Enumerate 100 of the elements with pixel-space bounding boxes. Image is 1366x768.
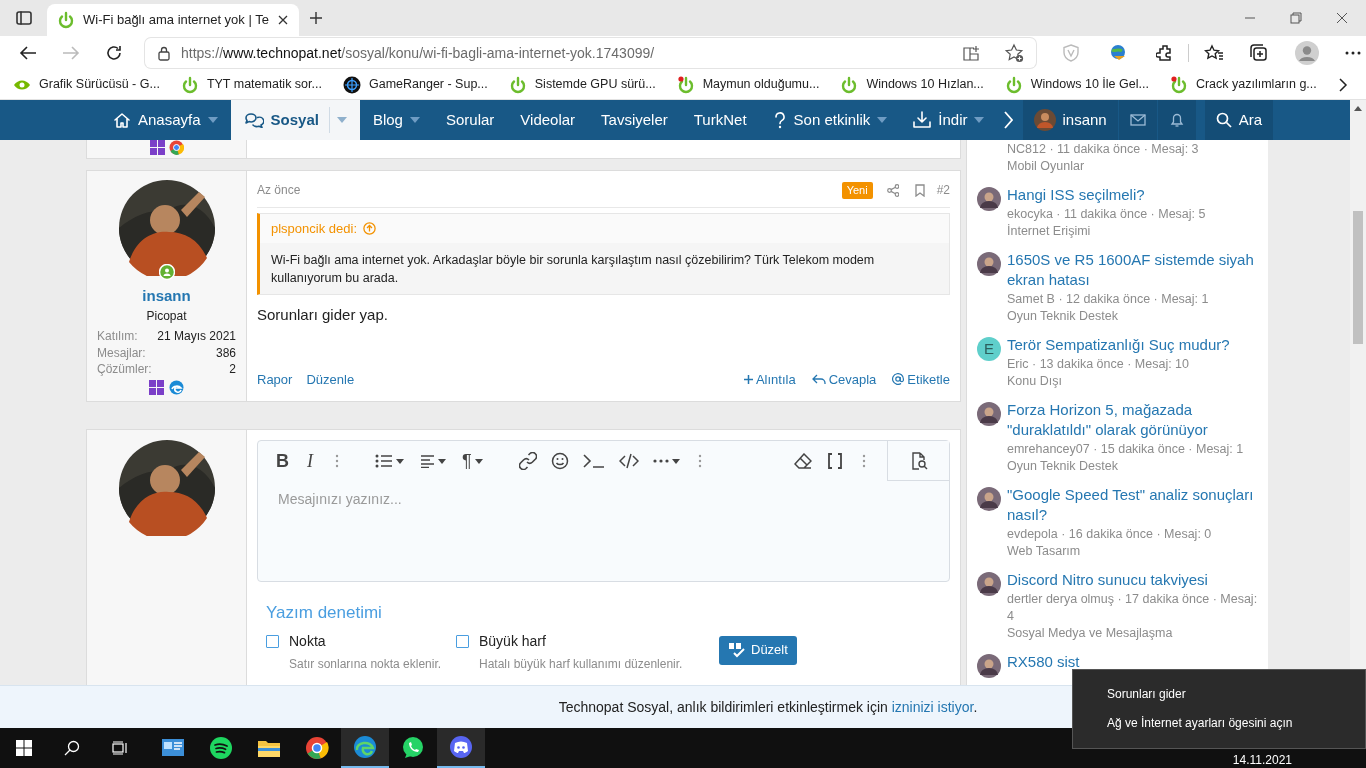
action-link[interactable]: Etiketle — [892, 369, 950, 389]
scroll-up-icon[interactable] — [1354, 106, 1362, 111]
nav-tab[interactable]: Tavsiyeler — [588, 100, 681, 140]
bookmark-icon[interactable] — [914, 183, 925, 197]
refresh-icon[interactable] — [105, 44, 123, 62]
taskbar-app[interactable] — [341, 728, 389, 768]
split-screen-icon[interactable] — [962, 44, 980, 62]
close-icon[interactable] — [276, 14, 289, 26]
thread-meta: Eric · 13 dakika önce · Mesaj: 10 — [1007, 356, 1191, 373]
fix-button[interactable]: Düzelt — [719, 635, 797, 665]
bookmark[interactable]: Sistemde GPU sürü... — [508, 75, 656, 94]
caret-icon[interactable] — [877, 117, 888, 123]
search-button[interactable]: Ara — [1204, 100, 1273, 140]
restore-icon[interactable] — [1290, 12, 1302, 24]
collections-icon[interactable] — [1248, 43, 1268, 63]
nav-tab[interactable]: Videolar — [507, 100, 589, 140]
bookmark[interactable]: TYT matematik sor... — [180, 75, 322, 94]
new-tab-icon[interactable] — [308, 11, 323, 25]
bookmark[interactable]: Maymun olduğumu... — [676, 75, 820, 94]
share-icon[interactable] — [886, 183, 899, 197]
list-button[interactable] — [375, 454, 404, 468]
align-button[interactable] — [420, 454, 446, 468]
thread-title-link[interactable]: "Google Speed Test" analiz sonuçları nasıl? — [1007, 485, 1260, 525]
forum-link[interactable]: İnternet Erişimi — [1007, 223, 1260, 240]
favorites-icon[interactable] — [1204, 44, 1224, 62]
nav-tab[interactable]: İndir — [900, 100, 998, 140]
bookmark[interactable]: Windows 10 Hızlan... — [840, 75, 984, 94]
back-icon[interactable] — [19, 45, 37, 61]
nav-tab[interactable]: Anasayfa — [100, 100, 231, 140]
question-icon — [772, 111, 787, 129]
smile-button[interactable] — [550, 452, 569, 470]
forum-link[interactable]: Web Tasarım — [1007, 543, 1260, 560]
chevron-right-icon[interactable] — [1003, 111, 1014, 129]
chevron-right-icon[interactable] — [1337, 77, 1348, 92]
dots-button[interactable] — [335, 454, 339, 468]
bookmark[interactable]: Grafik Sürücüsü - G... — [13, 75, 160, 94]
globe-download-icon[interactable] — [1108, 44, 1128, 62]
address-field[interactable]: https://www.technopat.net/sosyal/konu/wi-fi-bagli-ama-internet-yok.1743099/ — [145, 38, 1036, 68]
forum-link[interactable]: Mobil Oyunlar — [1007, 158, 1260, 175]
preview-button[interactable] — [887, 441, 949, 481]
code-button[interactable] — [618, 453, 639, 469]
action-link[interactable]: Rapor — [257, 369, 293, 389]
thread-title-link[interactable]: 1650S ve R5 1600AF sistemde siyah ekran hatası — [1007, 250, 1260, 290]
section-heading: Yazım denetimi — [266, 602, 383, 624]
bookmark[interactable]: Crack yazılımların g... — [1169, 75, 1317, 94]
eraser-button[interactable] — [793, 453, 812, 469]
action-link[interactable]: Düzenle — [306, 369, 355, 389]
inbox-button[interactable] — [1117, 100, 1157, 140]
home-icon — [113, 112, 131, 128]
more-icon[interactable] — [1345, 51, 1361, 55]
add-favorite-icon[interactable] — [1004, 43, 1024, 63]
italic-button[interactable]: I — [307, 447, 313, 475]
post-number-link[interactable]: #2 — [936, 181, 950, 199]
more-horizontal-icon — [652, 459, 669, 463]
nav-tab[interactable]: Son etkinlik — [759, 100, 901, 140]
profile-icon[interactable] — [1295, 41, 1319, 65]
link-button[interactable] — [518, 452, 537, 470]
dots-button[interactable] — [861, 454, 866, 468]
caret-icon[interactable] — [207, 117, 218, 123]
checkbox[interactable] — [266, 634, 279, 648]
thread-title-link[interactable]: Forza Horizon 5, mağazada "duraklatıldı" olarak görünüyor — [1007, 400, 1260, 440]
brackets-button[interactable] — [827, 453, 842, 469]
browser-tab[interactable]: Wi-Fi bağlı ama internet yok | Te — [47, 4, 299, 36]
action-link[interactable]: Alıntıla — [743, 369, 796, 389]
caret-icon[interactable] — [409, 117, 420, 123]
dots-button[interactable] — [697, 454, 702, 468]
taskbar-app[interactable] — [437, 728, 485, 768]
message-editor[interactable]: B I ¶ Mesajınızı yazınız... — [257, 440, 950, 582]
notifications-button[interactable] — [1156, 100, 1196, 140]
thread-title-link[interactable]: Terör Sempatizanlığı Suç mudur? — [1007, 335, 1260, 355]
menu-item[interactable]: Sorunları gider — [1107, 687, 1186, 702]
power-icon — [57, 11, 75, 29]
checkbox[interactable] — [456, 634, 469, 648]
extensions-icon[interactable] — [1156, 44, 1174, 62]
thread-meta: ekocyka · 11 dakika önce · Mesaj: 5 — [1007, 206, 1207, 223]
more-button[interactable] — [652, 458, 680, 464]
bookmark[interactable]: GameRanger - Sup... — [342, 75, 488, 94]
nav-tab[interactable]: TurkNet — [680, 100, 760, 140]
action-link[interactable]: Cevapla — [811, 369, 877, 389]
nav-tab[interactable]: Sorular — [432, 100, 508, 140]
close-icon[interactable] — [1336, 12, 1348, 24]
menu-item[interactable]: Ağ ve İnternet ayarları ögesini açın — [1107, 716, 1293, 731]
terminal-button[interactable] — [582, 453, 605, 469]
thread-title-link[interactable]: RX580 sist — [1007, 652, 1260, 672]
bookmark[interactable]: Windows 10 İle Gel... — [1004, 75, 1149, 94]
caret-icon[interactable] — [974, 117, 985, 123]
nav-tab[interactable]: Sosyal — [230, 100, 360, 140]
scrollbar-thumb[interactable] — [1353, 211, 1363, 344]
paragraph-button[interactable]: ¶ — [462, 447, 483, 475]
power-icon — [508, 75, 527, 94]
nav-tab[interactable]: Blog — [359, 100, 433, 140]
permission-link[interactable]: izninizi istiyor — [891, 698, 974, 715]
thread-title-link[interactable]: Discord Nitro sunucu takviyesi — [1007, 570, 1260, 590]
thread-title-link[interactable]: Hangi ISS seçilmeli? — [1007, 185, 1260, 205]
bold-button[interactable]: B — [276, 447, 289, 475]
username-link[interactable]: insann — [142, 287, 191, 305]
sidebar-toggle-icon[interactable] — [16, 11, 32, 25]
forum-link[interactable]: Sosyal Medya ve Mesajlaşma — [1007, 625, 1260, 642]
forum-link[interactable]: Konu Dışı — [1007, 373, 1260, 390]
user-menu[interactable]: insann — [1023, 100, 1118, 140]
